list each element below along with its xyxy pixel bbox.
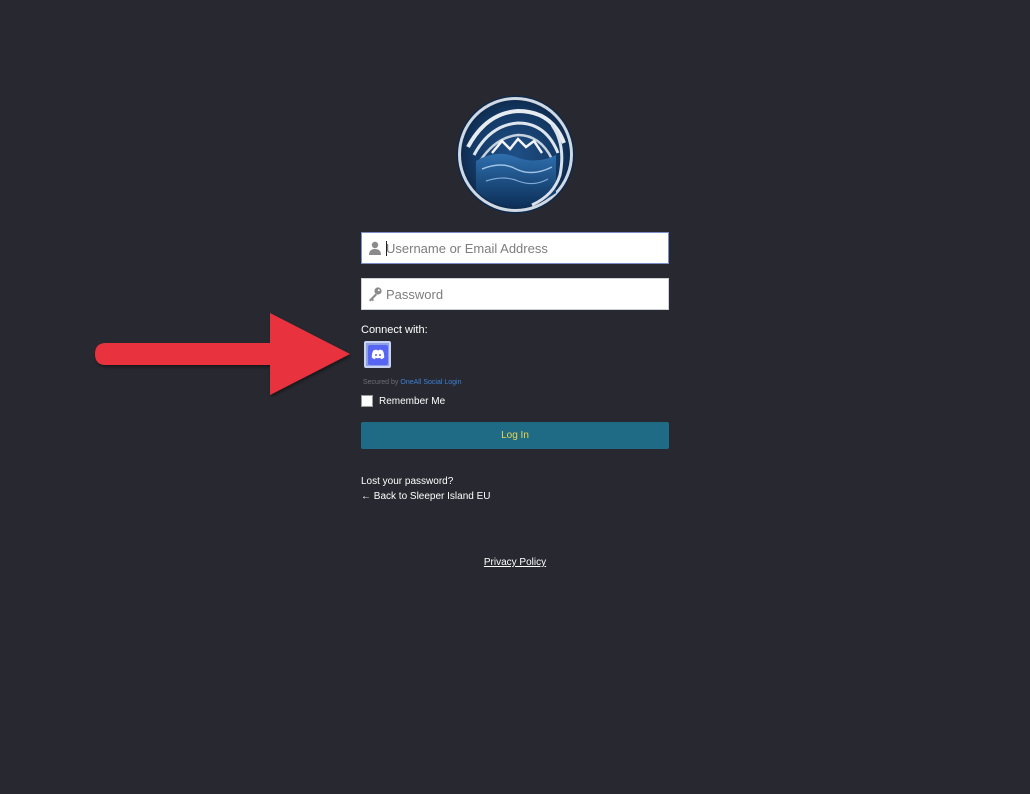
login-button[interactable]: Log In (361, 422, 669, 449)
site-logo-emblem (456, 95, 575, 214)
remember-me-checkbox[interactable] (361, 395, 373, 407)
user-icon (367, 240, 383, 256)
back-to-site-link[interactable]: ← Back to Sleeper Island EU (361, 491, 491, 502)
red-arrow-pointer (92, 311, 362, 402)
discord-login-button[interactable] (364, 341, 391, 368)
remember-me[interactable]: Remember Me (361, 395, 445, 407)
text-caret (386, 241, 387, 256)
oneall-link[interactable]: OneAll Social Login (400, 379, 461, 386)
secured-by-note: Secured by OneAll Social Login (363, 379, 461, 386)
key-icon (367, 286, 383, 302)
password-input[interactable] (386, 279, 664, 309)
username-field-wrapper (361, 232, 669, 264)
remember-me-label: Remember Me (379, 395, 446, 407)
secured-by-text: Secured by (363, 379, 399, 386)
password-field-wrapper (361, 278, 669, 310)
site-logo (456, 95, 575, 214)
connect-with-label: Connect with: (361, 324, 428, 336)
privacy-policy-link[interactable]: Privacy Policy (484, 557, 546, 568)
username-input[interactable] (386, 233, 664, 263)
privacy-policy-row: Privacy Policy (0, 557, 1030, 568)
lost-password-link[interactable]: Lost your password? (361, 476, 453, 487)
discord-icon (367, 344, 388, 365)
